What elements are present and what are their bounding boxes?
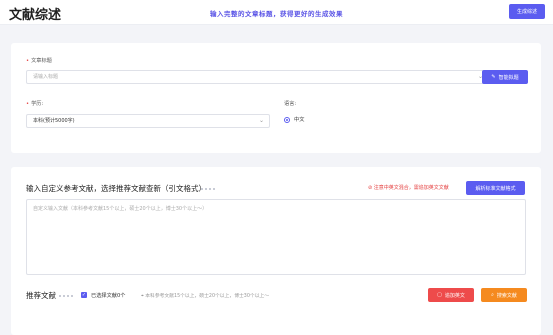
warning-icon: ⊘ bbox=[368, 185, 373, 191]
generate-button[interactable]: 生成综述 bbox=[509, 4, 545, 19]
degree-label: • 学历: bbox=[26, 101, 44, 107]
reference-warning: ⊘ 注意中英文混合，需追加英文文献 bbox=[368, 185, 449, 191]
magic-icon: ✎ bbox=[491, 73, 496, 80]
smart-title-button[interactable]: ✎ 智能拟题 bbox=[482, 70, 528, 84]
document-icon: ▢ bbox=[437, 291, 442, 298]
add-english-label: 追加英文 bbox=[444, 292, 465, 299]
header-slogan: 输入完整的文章标题，获得更好的生成效果 bbox=[210, 10, 343, 18]
search-references-button[interactable]: ⌕ 搜索文献 bbox=[481, 288, 527, 302]
recommend-hint: ⌖ 本科参考文献15个以上，硕士20个以上，博士30个以上～ bbox=[141, 294, 270, 299]
add-english-button[interactable]: ▢ 追加英文 bbox=[428, 288, 474, 302]
top-header: 文献综述 输入完整的文章标题，获得更好的生成效果 生成综述 bbox=[0, 0, 553, 25]
divider-dots bbox=[59, 294, 73, 297]
language-label: 语言: bbox=[284, 101, 297, 107]
parse-format-button[interactable]: 解析标准文献格式 bbox=[466, 181, 525, 195]
degree-select[interactable]: 本科(预计5000字) ⌄ bbox=[26, 114, 270, 128]
article-title-placeholder: 请输入标题 bbox=[33, 74, 59, 80]
title-form-card: • 文章标题 请输入标题 ⌄ ✎ 智能拟题 • 学历: 本科(预计5000字) ⌄ … bbox=[11, 43, 541, 153]
required-mark: • bbox=[26, 58, 30, 64]
article-title-input[interactable]: 请输入标题 ⌄ bbox=[26, 70, 488, 84]
degree-value: 本科(预计5000字) bbox=[33, 118, 75, 124]
recommend-section-title: 推荐文献 bbox=[26, 291, 56, 300]
search-icon: ⌕ bbox=[491, 291, 494, 298]
selected-count-label: 已选择文献0个 bbox=[91, 293, 126, 299]
pin-icon: ⌖ bbox=[141, 294, 144, 299]
textarea-placeholder: 自定义输入文献（本科参考文献15个以上，硕士20个以上，博士30个以上～） bbox=[33, 206, 208, 212]
select-references-checkbox[interactable]: ✓ bbox=[81, 292, 87, 298]
search-references-label: 搜索文献 bbox=[496, 292, 517, 299]
smart-title-label: 智能拟题 bbox=[498, 74, 519, 81]
references-section-title: 输入自定义参考文献，选择推荐文献查新（引文格式） bbox=[26, 184, 206, 193]
language-radio[interactable] bbox=[284, 117, 290, 123]
references-card: 输入自定义参考文献，选择推荐文献查新（引文格式） ⊘ 注意中英文混合，需追加英文… bbox=[11, 167, 541, 335]
article-title-label: • 文章标题 bbox=[26, 58, 52, 64]
custom-references-textarea[interactable]: 自定义输入文献（本科参考文献15个以上，硕士20个以上，博士30个以上～） bbox=[26, 199, 526, 275]
required-mark: • bbox=[26, 101, 30, 107]
language-value[interactable]: 中文 bbox=[294, 116, 304, 123]
divider-dots bbox=[201, 187, 215, 190]
chevron-down-icon[interactable]: ⌄ bbox=[259, 115, 264, 127]
